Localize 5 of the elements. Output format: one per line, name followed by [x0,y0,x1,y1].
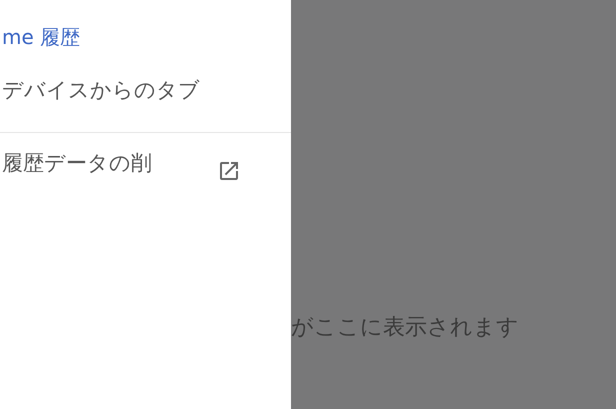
external-link-icon [217,159,241,183]
menu-item[interactable]: デバイスからのタブ [2,76,200,104]
drawer-title: me 履歴 [1,24,82,51]
menu-item[interactable]: 履歴データの削 [2,149,152,177]
empty-message: がここに表示されます [291,315,519,340]
